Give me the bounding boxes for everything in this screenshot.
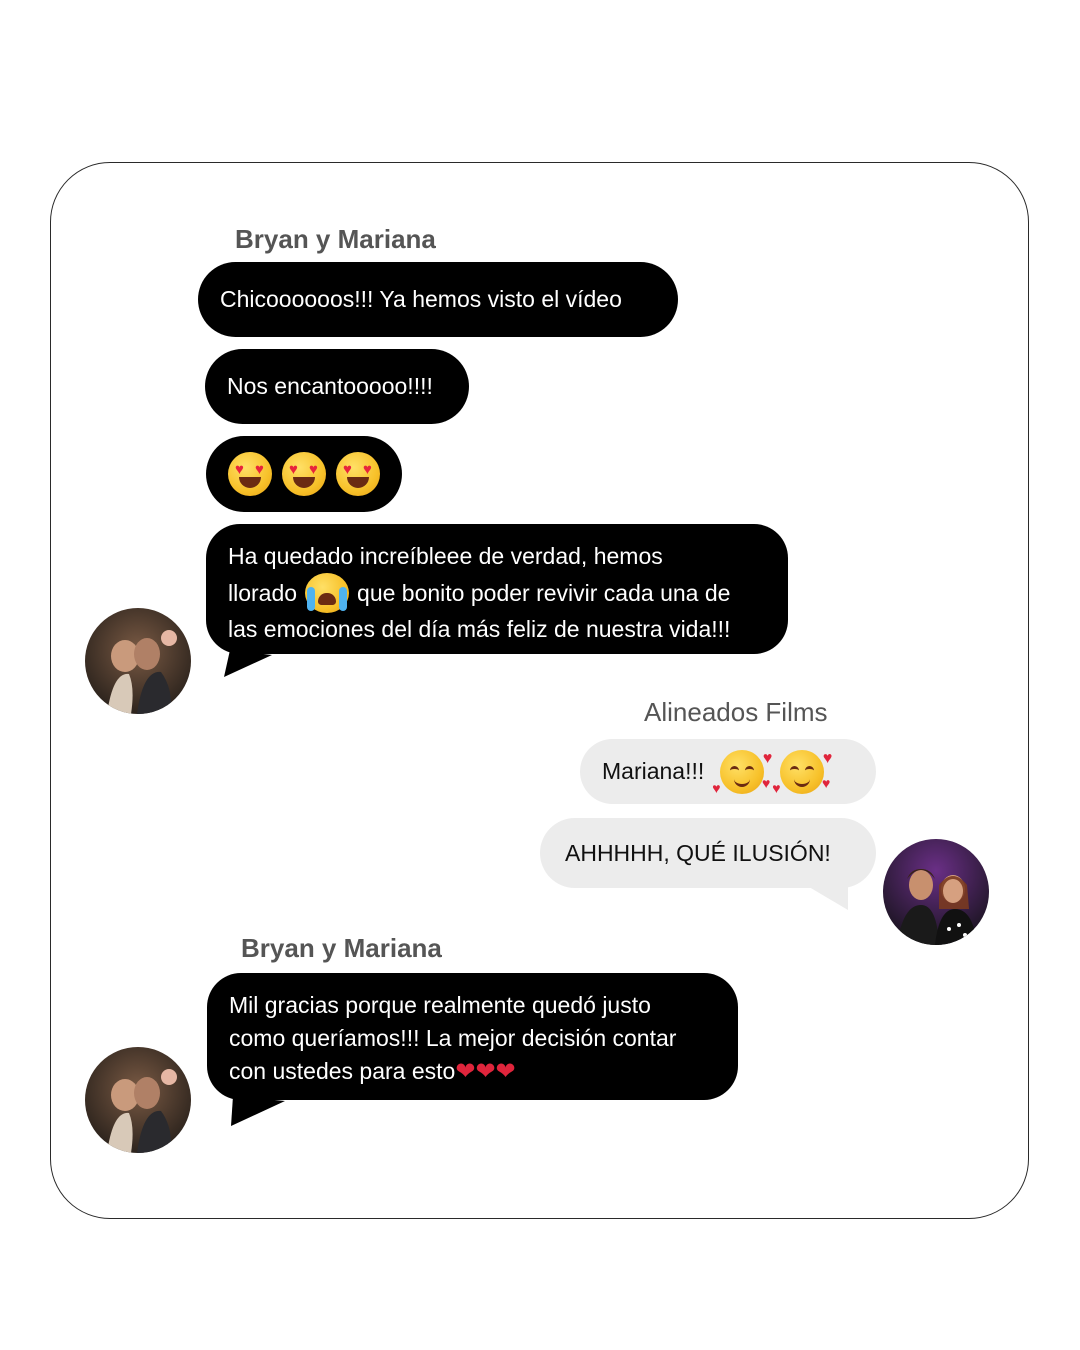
- studio-message-bubble-1[interactable]: Mariana!!! ♥ ♥ ♥ ♥ ♥ ♥: [580, 739, 876, 804]
- heart-eyes-emoji-icon: ♥ ♥: [282, 452, 326, 496]
- smiling-with-hearts-emoji-icon: ♥ ♥ ♥: [772, 749, 833, 796]
- message-line: Mil gracias porque realmente quedó justo: [229, 992, 651, 1018]
- message-text: Chicoooooos!!! Ya hemos visto el vídeo: [220, 286, 622, 312]
- bubble-tail: [231, 1096, 285, 1126]
- emoji-message-bubble[interactable]: ♥ ♥ ♥ ♥ ♥ ♥: [206, 436, 402, 512]
- bubble-tail: [224, 650, 272, 677]
- message-text: llorado: [228, 579, 298, 606]
- final-message-bubble[interactable]: Mil gracias porque realmente quedó justo…: [207, 973, 738, 1100]
- message-line: Ha quedado increíbleee de verdad, hemos: [228, 543, 663, 569]
- message-text: con ustedes para esto: [229, 1058, 456, 1084]
- message-line: como queríamos!!! La mejor decisión cont…: [229, 1025, 677, 1051]
- message-text: Nos encantooooo!!!!: [227, 373, 433, 399]
- smiling-with-hearts-emoji-icon: ♥ ♥ ♥: [712, 749, 773, 796]
- studio-message-bubble-2[interactable]: AHHHHH, QUÉ ILUSIÓN!: [540, 818, 876, 888]
- message-text: que bonito poder revivir cada una de: [357, 579, 731, 606]
- sender-name-couple: Bryan y Mariana: [241, 933, 442, 963]
- long-message-bubble[interactable]: Ha quedado increíbleee de verdad, hemos …: [206, 524, 788, 654]
- avatar-studio[interactable]: [883, 839, 989, 945]
- heart-eyes-emoji-icon: ♥ ♥: [228, 452, 272, 496]
- hearts-emoji-icon: ❤❤❤: [455, 1058, 516, 1085]
- message-bubble-1[interactable]: Chicoooooos!!! Ya hemos visto el vídeo: [198, 262, 678, 337]
- heart-eyes-emoji-icon: ♥ ♥: [336, 452, 380, 496]
- bubble-tail: [804, 884, 848, 910]
- avatar-couple[interactable]: [85, 608, 191, 714]
- message-bubble-2[interactable]: Nos encantooooo!!!!: [205, 349, 469, 424]
- sender-name-studio: Alineados Films: [644, 697, 828, 727]
- message-text: AHHHHH, QUÉ ILUSIÓN!: [565, 839, 831, 866]
- avatar-couple[interactable]: [85, 1047, 191, 1153]
- crying-face-emoji-icon: [305, 573, 350, 613]
- message-text: Mariana!!!: [602, 758, 705, 784]
- message-line: las emociones del día más feliz de nuest…: [228, 616, 731, 642]
- sender-name-couple: Bryan y Mariana: [235, 224, 436, 254]
